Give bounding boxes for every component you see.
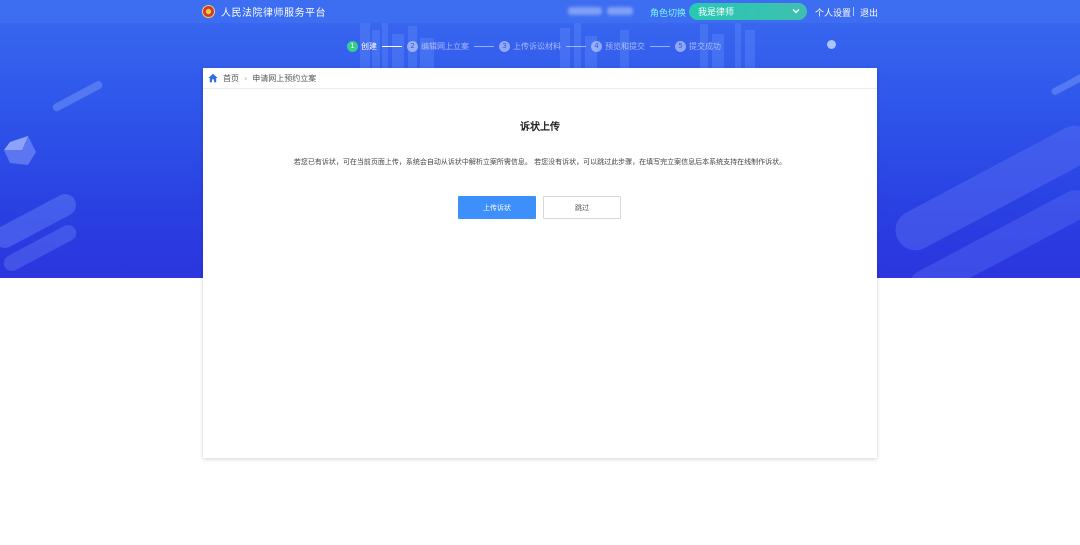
breadcrumb-current: 申请网上预约立案	[252, 73, 317, 83]
role-select-value: 我是律师	[698, 8, 735, 18]
step-number: 4	[591, 40, 602, 52]
step-label: 提交成功	[689, 41, 721, 51]
blurred-username	[568, 7, 602, 15]
step-number: 2	[407, 40, 418, 52]
step-edit-filing: 2 编辑网上立案	[407, 40, 469, 52]
role-switch-label: 角色切换	[650, 9, 687, 19]
personal-settings-link[interactable]: 个人设置	[815, 6, 851, 19]
upload-complaint-button[interactable]: 上传诉状	[458, 196, 536, 219]
page-title: 诉状上传	[520, 122, 560, 133]
main-card: 首页 › 申请网上预约立案 诉状上传 若您已有诉状，可在当前页面上传，系统会自动…	[203, 68, 877, 458]
brand[interactable]: 人民法院律师服务平台	[202, 4, 326, 19]
step-number: 1	[347, 40, 358, 52]
chevron-down-icon	[792, 9, 800, 14]
logout-link[interactable]: 退出	[860, 6, 878, 19]
step-label: 编辑网上立案	[421, 41, 469, 51]
home-icon[interactable]	[208, 73, 218, 83]
court-emblem-icon	[202, 5, 215, 18]
step-submitted: 5 提交成功	[675, 40, 721, 52]
step-connector	[474, 45, 494, 47]
upload-description: 若您已有诉状，可在当前页面上传，系统会自动从诉状中解析立案所需信息。 若您没有诉…	[293, 158, 787, 166]
top-navbar: 人民法院律师服务平台 角色切换 我是律师 个人设置 退出	[0, 0, 1080, 23]
skip-button[interactable]: 跳过	[543, 196, 621, 219]
progress-stepper: 1 创建 2 编辑网上立案 3 上传诉讼材料 4 预览和提交 5 提交成功	[347, 40, 721, 52]
nav-divider	[853, 7, 854, 16]
chevron-right-icon: ›	[244, 73, 248, 83]
step-preview-submit: 4 预览和提交	[591, 40, 645, 52]
step-connector	[566, 45, 586, 47]
step-upload-materials: 3 上传诉讼材料	[499, 40, 561, 52]
step-label: 预览和提交	[605, 41, 645, 51]
step-connector	[650, 45, 670, 47]
step-label: 创建	[361, 41, 377, 51]
step-number: 3	[499, 40, 510, 52]
decorative-dot	[827, 40, 836, 49]
platform-title: 人民法院律师服务平台	[221, 8, 326, 19]
role-select[interactable]: 我是律师	[689, 3, 807, 20]
breadcrumb: 首页 › 申请网上预约立案	[203, 68, 877, 89]
step-create: 1 创建	[347, 40, 377, 52]
step-number: 5	[675, 40, 686, 52]
breadcrumb-home[interactable]: 首页	[223, 73, 239, 84]
step-connector	[382, 45, 402, 47]
blurred-info	[607, 7, 633, 15]
step-label: 上传诉讼材料	[513, 41, 561, 51]
